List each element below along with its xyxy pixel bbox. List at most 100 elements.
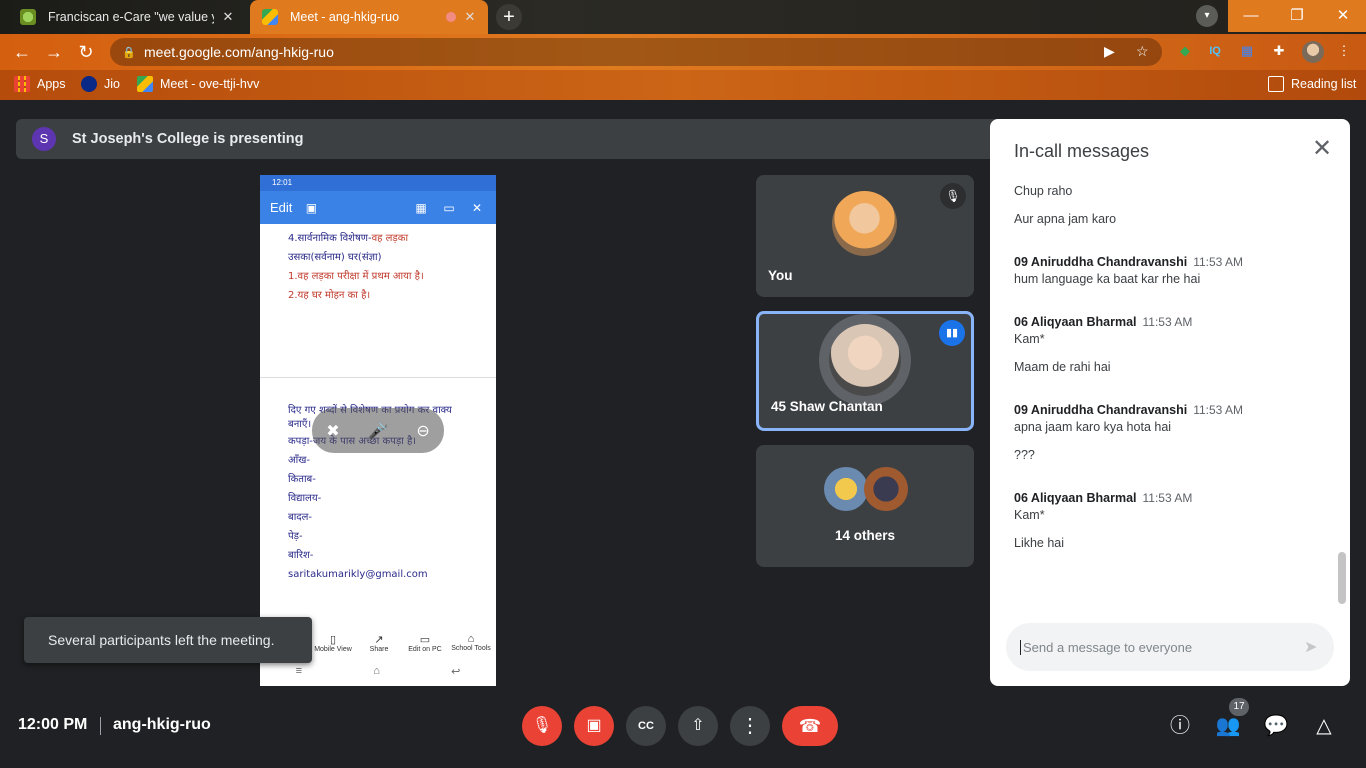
message-list: Chup raho Aur apna jam karo 09 Aniruddha… (1014, 179, 1324, 603)
bookmark-label: Apps (37, 77, 66, 91)
phone-close-icon: ✕ (471, 200, 483, 215)
participant-tile-others[interactable]: 14 others (756, 445, 974, 567)
minimize-button[interactable]: — (1228, 0, 1274, 32)
bookmark-apps[interactable]: Apps (14, 76, 66, 92)
participant-name: You (768, 268, 793, 283)
reading-list-button[interactable]: Reading list (1268, 76, 1356, 92)
presenter-avatar: S (32, 127, 56, 151)
camera-off-button[interactable]: ▣ (574, 706, 614, 746)
camera-in-use-icon[interactable]: ▶ (1104, 43, 1115, 60)
chat-icon[interactable]: 💬 (1262, 712, 1290, 740)
notification-toast: Several participants left the meeting. (24, 617, 312, 663)
presenting-text: St Joseph's College is presenting (72, 131, 304, 147)
mic-muted-icon: 🎙 (940, 183, 966, 209)
tab-franciscan[interactable]: Franciscan e-Care "we value your ✕ (8, 0, 246, 34)
message-text: apna jaam karo kya hota hai (1014, 420, 1172, 434)
doc-line: बारिश- (288, 550, 314, 561)
phone-edit-button: Edit (270, 200, 293, 215)
minus-circle-icon: ⊖ (416, 422, 430, 440)
reading-list-icon (1268, 76, 1284, 92)
back-icon[interactable]: ← (8, 38, 36, 66)
message-group: 09 Aniruddha Chandravanshi 11:53 AM hum l… (1014, 255, 1324, 289)
window-close-button[interactable]: ✕ (1320, 0, 1366, 32)
floating-call-controls: ✖ 🎤 ⊖ (312, 408, 444, 453)
more-vert-icon: ⋮ (740, 715, 760, 737)
chat-scrollbar[interactable] (1338, 552, 1346, 604)
mic-off-button[interactable]: 🎙 (522, 706, 562, 746)
activities-icon[interactable]: △ (1310, 712, 1338, 740)
meet-favicon-icon (262, 9, 278, 25)
maximize-button[interactable]: ❐ (1274, 0, 1320, 32)
message-input[interactable]: Send a message to everyone ➤ (1006, 623, 1334, 671)
iq-extension-icon[interactable]: IQ (1206, 42, 1224, 60)
forward-icon[interactable]: → (40, 38, 68, 66)
grid-extension-icon[interactable]: ▦ (1238, 42, 1256, 60)
divider (100, 717, 101, 735)
phone-back-icon: ↩ (451, 666, 461, 678)
doc-line: आँख- (288, 455, 311, 466)
camera-off-icon: ▣ (586, 717, 602, 734)
message-text: hum language ka baat kar rhe hai (1014, 272, 1201, 286)
meet-icon (137, 76, 153, 92)
message-meta: 06 Aliqyaan Bharmal 11:53 AM (1014, 315, 1193, 329)
bookmark-meet[interactable]: Meet - ove-ttji-hvv (137, 76, 259, 92)
bookmark-jio[interactable]: Jio (81, 76, 120, 92)
phone-app-bar: Edit ▣ ▦ ▭ ✕ (260, 191, 496, 224)
captions-button[interactable]: CC (626, 706, 666, 746)
bookmark-label: Meet - ove-ttji-hvv (160, 77, 260, 91)
extensions-puzzle-icon[interactable]: ✚ (1270, 42, 1288, 60)
people-icon[interactable]: 👥 (1214, 712, 1242, 740)
close-panel-icon[interactable]: ✕ (1310, 137, 1334, 161)
message-input-placeholder: Send a message to everyone (1020, 639, 1304, 655)
recording-indicator-icon (446, 12, 456, 22)
school-tools-item: ⌂ School Tools (451, 633, 491, 652)
participant-tile-you[interactable]: 🎙 You (756, 175, 974, 297)
chrome-menu-icon[interactable]: ⋮ (1335, 42, 1353, 60)
profile-avatar[interactable] (1302, 41, 1324, 63)
present-now-button[interactable]: ⇧ (678, 706, 718, 746)
tab-close-icon[interactable]: ✕ (220, 9, 236, 25)
present-icon: ⇧ (691, 717, 705, 734)
tab-title: Franciscan e-Care "we value your (48, 10, 214, 24)
tab-title: Meet - ang-hkig-ruo (290, 10, 400, 24)
current-time: 12:00 PM (18, 716, 88, 733)
more-options-button[interactable]: ⋮ (730, 706, 770, 746)
tab-close-icon[interactable]: ✕ (462, 9, 478, 25)
shared-screen: 12:01 Edit ▣ ▦ ▭ ✕ 4.सार्वनामिक विशेषण-व… (260, 175, 496, 686)
message-group: 06 Aliqyaan Bharmal 11:53 AM Kam* Likhe h… (1014, 491, 1324, 553)
tab-search-icon[interactable]: ▾ (1196, 5, 1218, 27)
captions-icon: CC (638, 720, 654, 732)
leave-call-button[interactable]: ☎ (782, 706, 838, 746)
doc-line: 2.यह घर मोहन का है। (288, 290, 371, 301)
hang-up-icon: ☎ (798, 716, 822, 736)
presenting-banner: S St Joseph's College is presenting (16, 119, 1016, 159)
send-icon[interactable]: ➤ (1304, 637, 1334, 657)
doc-line: पेड़- (288, 531, 303, 542)
message-text: Likhe hai (1014, 536, 1065, 550)
participant-count-badge: 17 (1229, 698, 1249, 716)
tab-strip: Franciscan e-Care "we value your ✕ Meet … (0, 0, 1366, 34)
meeting-details-icon[interactable]: ⓘ (1166, 712, 1194, 740)
tab-meet[interactable]: Meet - ang-hkig-ruo ✕ (250, 0, 488, 34)
lock-icon: 🔒 (122, 46, 136, 59)
reload-icon[interactable]: ↻ (72, 38, 100, 66)
document-page-1: 4.सार्वनामिक विशेषण-वह लड़का उसका(सर्वना… (260, 224, 496, 305)
message-text: Maam de rahi hai (1014, 360, 1111, 374)
avatar (832, 191, 897, 256)
address-bar[interactable]: 🔒 meet.google.com/ang-hkig-ruo (110, 38, 1162, 66)
new-tab-button[interactable]: + (496, 4, 522, 30)
mic-icon: 🎤 (368, 422, 388, 440)
share-item: ↗ Share (369, 634, 389, 653)
in-call-messages-panel: In-call messages ✕ Chup raho Aur apna ja… (990, 119, 1350, 686)
doc-line: saritakumarikly@gmail.com (288, 569, 428, 580)
phone-nav-bar: ≡ ⌂ ↩ (260, 665, 496, 685)
extension-shield-icon[interactable]: ◆ (1176, 42, 1194, 60)
message-text: Chup raho (1014, 184, 1073, 198)
participant-tile-speaker[interactable]: ▮▮ 45 Shaw Chantan (756, 311, 974, 431)
speaking-indicator-icon: ▮▮ (939, 320, 965, 346)
message-text: Kam* (1014, 508, 1045, 522)
message-meta: 06 Aliqyaan Bharmal 11:53 AM (1014, 491, 1193, 505)
avatar (824, 467, 868, 511)
bookmark-star-icon[interactable]: ☆ (1136, 43, 1149, 60)
apps-grid-icon (14, 76, 30, 92)
